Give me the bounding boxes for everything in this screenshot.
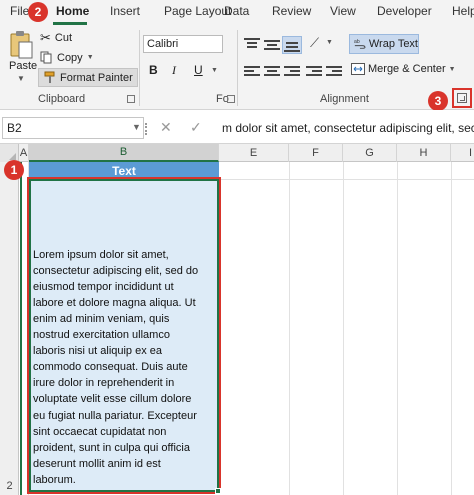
column-header-a[interactable]: A	[19, 144, 29, 162]
orientation-dropdown-icon[interactable]: ▼	[326, 39, 333, 46]
merge-dropdown-icon[interactable]: ▼	[449, 66, 456, 73]
name-box-dropdown-icon[interactable]: ▼	[132, 122, 141, 132]
group-divider	[139, 30, 140, 106]
formula-bar: B2 ▼ ✕ ✓ m dolor sit amet, consectetur a…	[0, 110, 474, 144]
column-header-g[interactable]: G	[343, 144, 397, 162]
column-header-h[interactable]: H	[397, 144, 451, 162]
row-selection-marker	[20, 162, 22, 495]
active-tab-indicator	[53, 22, 87, 25]
fill-handle[interactable]	[215, 488, 221, 494]
cell-b2-highlight	[27, 177, 221, 494]
column-header-i[interactable]: I	[451, 144, 474, 162]
gridline	[289, 162, 290, 495]
align-right-icon[interactable]	[284, 66, 300, 78]
orientation-icon[interactable]: ⟋	[310, 35, 319, 51]
font-launcher-icon[interactable]	[227, 95, 235, 103]
ribbon: File Home Insert Page Layout Data Review…	[0, 0, 474, 111]
cancel-icon[interactable]: ✕	[160, 119, 172, 136]
copy-dropdown-icon[interactable]: ▼	[87, 54, 94, 61]
top-align-icon[interactable]	[244, 38, 260, 50]
scissors-icon: ✂	[40, 30, 51, 45]
cut-label: Cut	[54, 32, 73, 44]
copy-icon	[40, 51, 52, 64]
gridline	[343, 162, 344, 495]
bottom-align-icon[interactable]	[282, 36, 302, 54]
copy-label: Copy	[57, 51, 83, 64]
tab-home[interactable]: Home	[56, 4, 89, 18]
tab-developer[interactable]: Developer	[377, 4, 432, 18]
underline-button[interactable]: U	[194, 63, 203, 77]
callout-badge-3: 3	[428, 91, 448, 111]
paste-icon[interactable]	[8, 30, 34, 60]
wrap-text-icon: ab	[354, 39, 366, 49]
tab-file[interactable]: File	[10, 4, 29, 18]
tab-view[interactable]: View	[330, 4, 356, 18]
column-headers: A B E F G H I	[0, 144, 474, 162]
wrap-text-label: Wrap Text	[368, 38, 418, 50]
format-painter-label: Format Painter	[60, 71, 133, 84]
tab-review[interactable]: Review	[272, 4, 311, 18]
underline-dropdown-icon[interactable]: ▼	[211, 67, 218, 74]
tab-page-layout[interactable]: Page Layout	[164, 4, 231, 18]
font-name-field[interactable]: Calibri	[143, 35, 223, 53]
bold-button[interactable]: B	[149, 63, 158, 77]
paintbrush-icon	[44, 71, 55, 83]
merge-center-label: Merge & Center	[368, 63, 446, 75]
paste-button[interactable]: Paste	[9, 60, 37, 72]
tab-insert[interactable]: Insert	[110, 4, 140, 18]
column-header-e[interactable]: E	[219, 144, 289, 162]
align-left-icon[interactable]	[244, 66, 260, 78]
decrease-indent-icon[interactable]	[306, 66, 322, 78]
format-painter-button[interactable]: Format Painter	[38, 68, 138, 87]
gridline	[451, 162, 452, 495]
merge-center-icon	[351, 63, 365, 75]
formula-input[interactable]: m dolor sit amet, consectetur adipiscing…	[222, 121, 474, 135]
clipboard-launcher-icon[interactable]	[127, 95, 135, 103]
middle-align-icon[interactable]	[264, 38, 280, 50]
worksheet-grid[interactable]: A B E F G H I 1 2 Text Lorem ipsum dolor…	[0, 144, 474, 495]
row-header-2[interactable]: 2	[0, 480, 19, 492]
paste-dropdown-icon[interactable]: ▼	[17, 74, 25, 83]
name-box[interactable]: B2	[2, 117, 144, 139]
italic-button[interactable]: I	[172, 63, 176, 78]
formula-bar-grip[interactable]	[145, 123, 147, 135]
align-center-icon[interactable]	[264, 66, 280, 78]
group-divider	[237, 30, 238, 106]
tab-data[interactable]: Data	[224, 4, 249, 18]
enter-icon[interactable]: ✓	[190, 119, 202, 136]
clipboard-group-label: Clipboard	[38, 93, 86, 105]
ribbon-tabs: File Home Insert Page Layout Data Review…	[0, 0, 474, 25]
column-header-b[interactable]: B	[29, 144, 219, 162]
wrap-text-button[interactable]: ab Wrap Text	[349, 34, 419, 54]
column-header-f[interactable]: F	[289, 144, 343, 162]
alignment-group-label: Alignment	[320, 93, 369, 105]
tab-help[interactable]: Help	[452, 4, 474, 18]
alignment-launcher-icon[interactable]	[457, 93, 467, 103]
merge-center-button[interactable]: Merge & Center ▼	[351, 63, 456, 75]
cut-button[interactable]: ✂ Cut	[40, 30, 72, 46]
row-headers: 1 2	[0, 162, 19, 495]
increase-indent-icon[interactable]	[326, 66, 342, 78]
copy-button[interactable]: Copy ▼	[40, 51, 94, 64]
callout-badge-1: 1	[4, 160, 24, 180]
svg-text:ab: ab	[354, 39, 360, 45]
callout-badge-2: 2	[28, 2, 48, 22]
gridline	[397, 162, 398, 495]
